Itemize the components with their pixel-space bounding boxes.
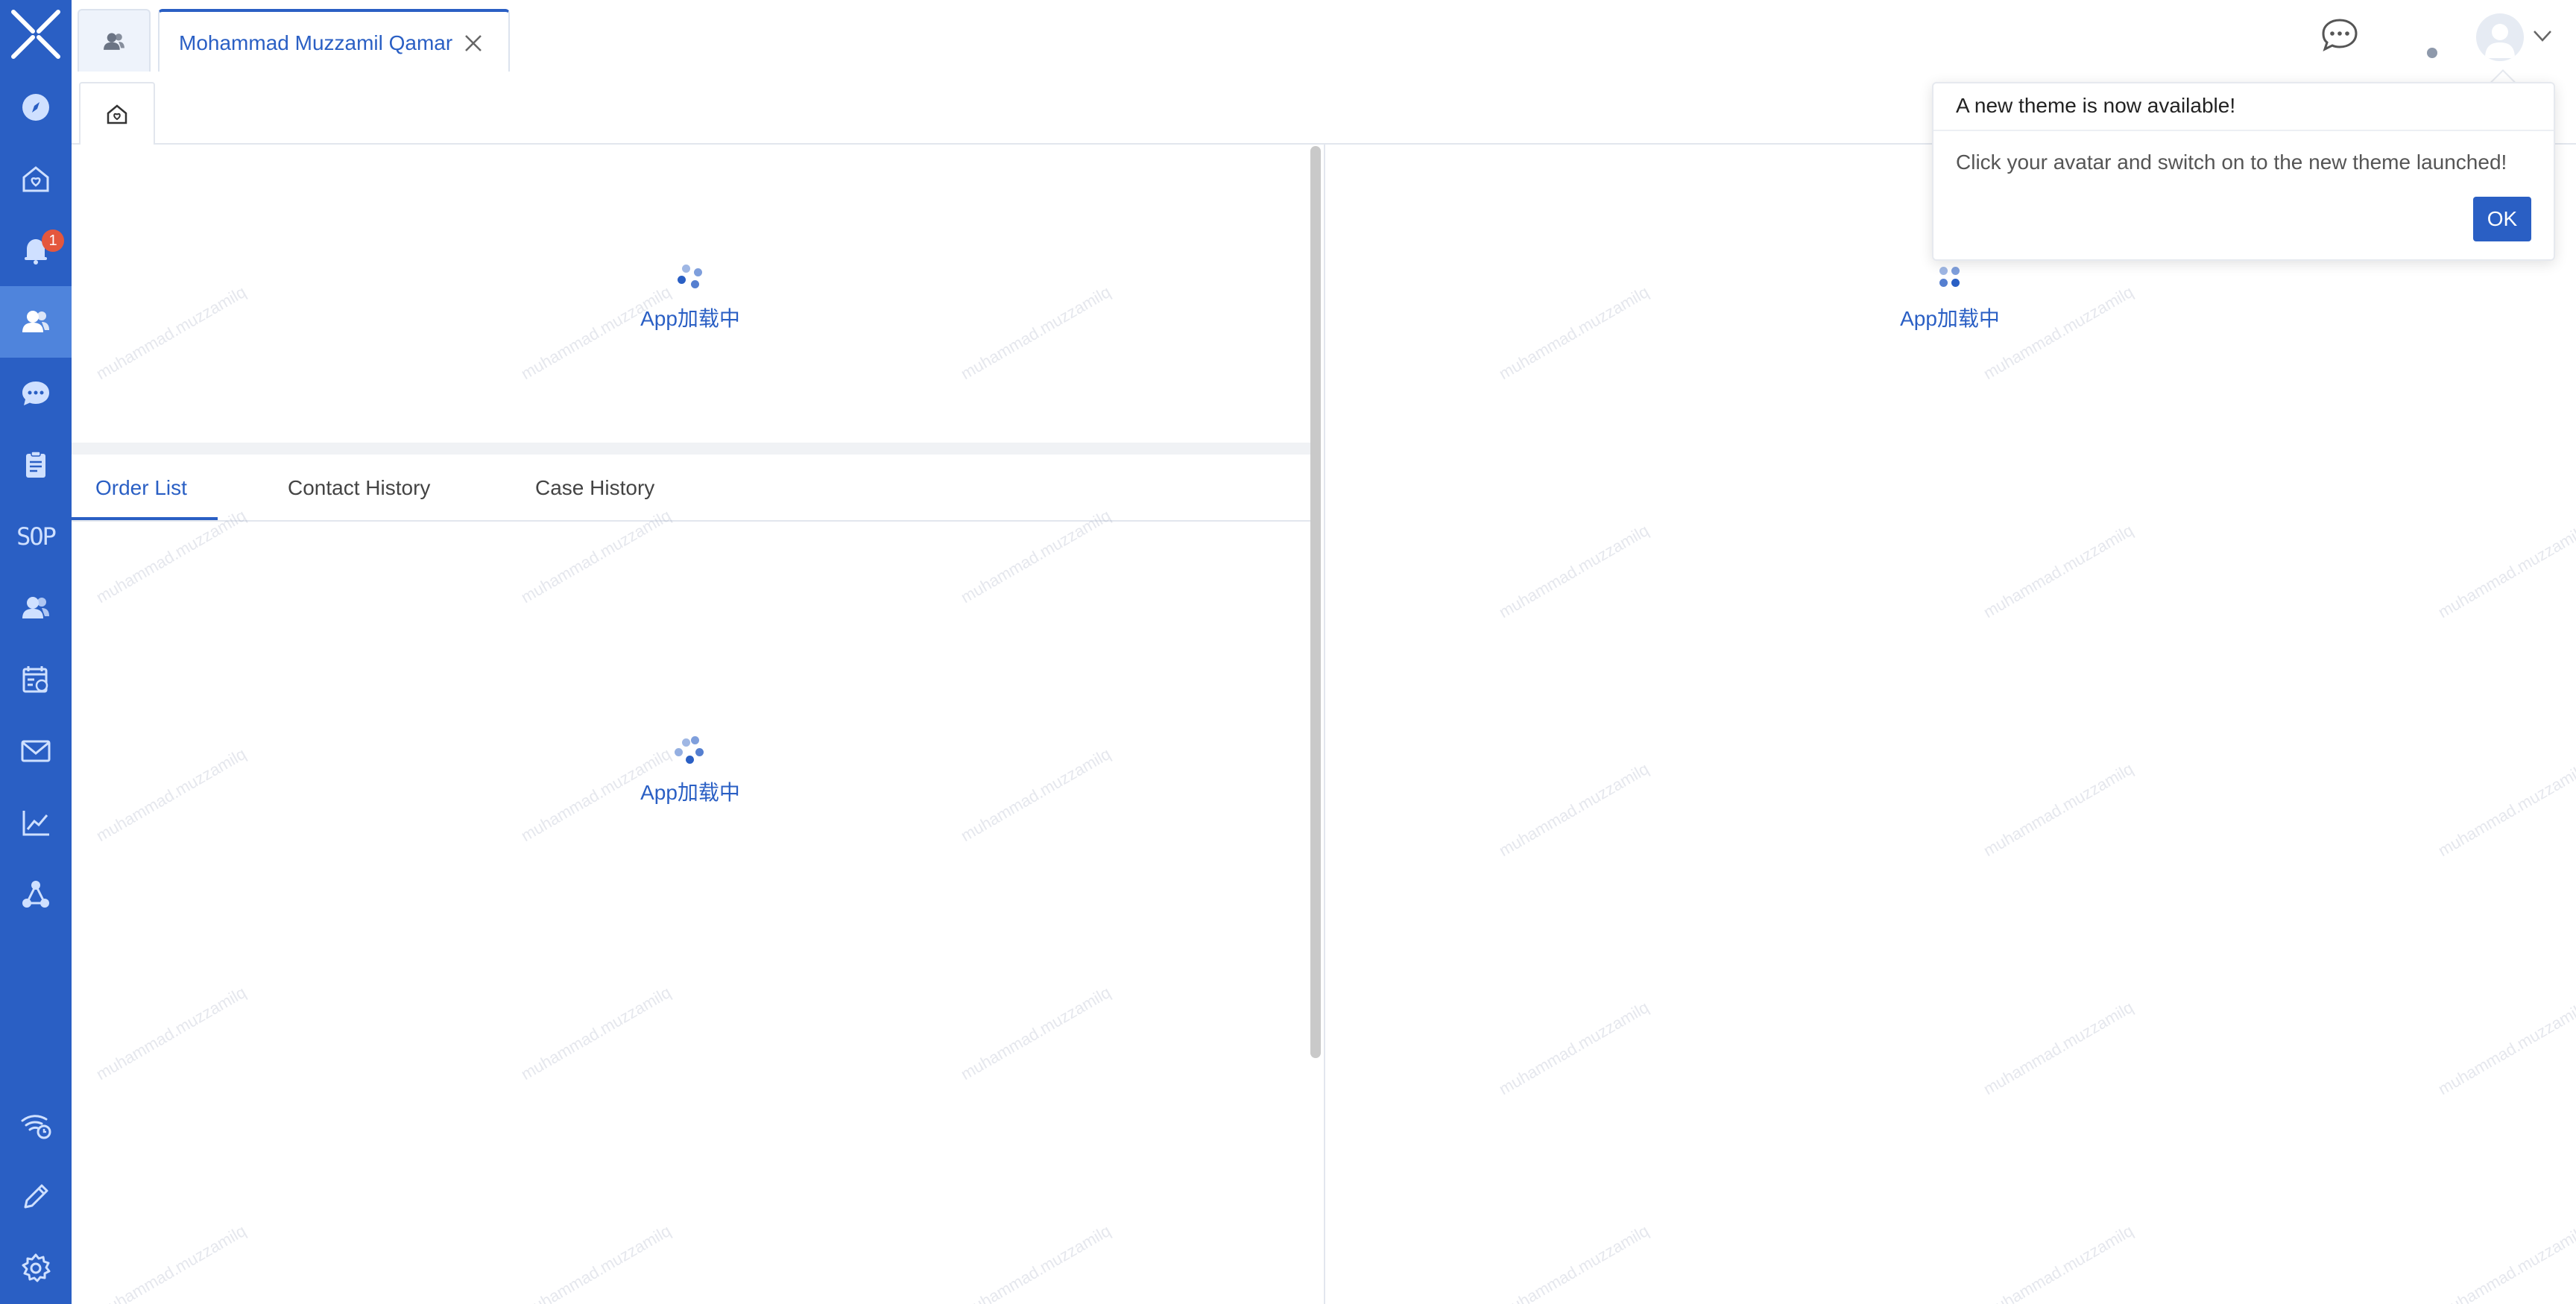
ok-button[interactable]: OK <box>2473 197 2531 241</box>
sidebar-item-explore[interactable] <box>0 72 72 143</box>
tab-customer-profile-label: Mohammad Muzzamil Qamar <box>179 31 453 54</box>
sidebar-item-customers[interactable] <box>0 286 72 358</box>
watermark: muhammad.muzzamilq <box>1980 759 2137 861</box>
watermark: muhammad.muzzamilq <box>1495 1221 1652 1304</box>
watermark: muhammad.muzzamilq <box>92 1221 250 1304</box>
sidebar-item-schedule[interactable] <box>0 644 72 715</box>
home-icon <box>107 104 127 124</box>
watermark: muhammad.muzzamilq <box>1495 997 1652 1099</box>
loading-spinner-icon <box>1935 264 1965 294</box>
loading-indicator-top: App加载中 <box>616 264 765 332</box>
left-panel: App加载中 Order List Contact History Case H… <box>72 145 1310 1304</box>
clipboard-icon <box>26 451 45 478</box>
loading-label: App加载中 <box>640 307 740 330</box>
sidebar-item-notifications[interactable]: 1 <box>0 215 72 286</box>
watermark: muhammad.muzzamilq <box>92 282 250 384</box>
watermark: muhammad.muzzamilq <box>1980 520 2137 622</box>
settings-gear-icon <box>22 1253 51 1282</box>
left-panel-scrollbar[interactable] <box>1310 146 1321 1058</box>
watermark: muhammad.muzzamilq <box>1495 759 1652 861</box>
sidebar-item-status[interactable] <box>0 1089 72 1161</box>
notification-badge: 1 <box>42 230 64 252</box>
sidebar-item-settings[interactable] <box>0 1232 72 1304</box>
tab-customers-icon[interactable] <box>78 9 151 73</box>
chat-bubble-icon <box>22 382 49 405</box>
schedule-icon <box>22 666 48 693</box>
users-icon <box>22 597 49 618</box>
line-chart-icon <box>22 811 49 836</box>
sidebar-item-chat[interactable] <box>0 358 72 429</box>
watermark: muhammad.muzzamilq <box>92 982 250 1084</box>
sidebar-item-home[interactable] <box>0 143 72 215</box>
watermark: muhammad.muzzamilq <box>517 1221 675 1304</box>
app-logo-icon[interactable] <box>10 9 61 60</box>
close-icon[interactable] <box>463 33 484 54</box>
loading-label: App加载中 <box>1900 307 2000 330</box>
watermark: muhammad.muzzamilq <box>2434 520 2576 622</box>
loading-indicator-orders: App加载中 <box>616 736 765 806</box>
popover-message: Click your avatar and switch on to the n… <box>1956 151 2507 174</box>
active-tab-indicator <box>72 517 218 520</box>
top-tab-bar: Mohammad Muzzamil Qamar <box>72 0 2576 75</box>
right-panel: App加载中 muhammad.muzzamilq muhammad.muzza… <box>1324 145 2576 1304</box>
home-heart-icon <box>22 166 49 192</box>
watermark: muhammad.muzzamilq <box>957 282 1114 384</box>
sidebar-item-tasks[interactable] <box>0 429 72 501</box>
tab-contact-history[interactable]: Contact History <box>288 456 430 520</box>
watermark: muhammad.muzzamilq <box>517 982 675 1084</box>
compass-icon <box>22 94 49 121</box>
section-divider <box>72 443 1310 455</box>
loading-spinner-icon <box>675 264 705 294</box>
chat-icon[interactable] <box>2318 15 2361 58</box>
watermark: muhammad.muzzamilq <box>2434 759 2576 861</box>
sidebar-item-mail[interactable] <box>0 715 72 787</box>
watermark: muhammad.muzzamilq <box>1980 1221 2137 1304</box>
popover-divider <box>1933 130 2554 131</box>
sidebar-nav: 1 SOP <box>0 0 72 1304</box>
network-icon <box>22 881 49 908</box>
avatar-placeholder-icon <box>2485 24 2515 58</box>
new-theme-popover: A new theme is now available! Click your… <box>1932 82 2555 261</box>
pencil-icon <box>24 1184 48 1209</box>
tab-customer-profile[interactable]: Mohammad Muzzamil Qamar <box>158 9 510 75</box>
popover-title: A new theme is now available! <box>1956 94 2236 117</box>
customers-icon <box>104 33 124 50</box>
sidebar-item-edit[interactable] <box>0 1161 72 1232</box>
watermark: muhammad.muzzamilq <box>92 744 250 846</box>
loading-indicator-right: App加载中 <box>1875 264 2024 332</box>
loading-spinner-icon <box>675 736 705 767</box>
sidebar-item-sop[interactable]: SOP <box>0 501 72 572</box>
status-dot <box>2427 48 2437 58</box>
customers-icon <box>22 311 49 332</box>
tab-order-list[interactable]: Order List <box>95 456 187 520</box>
watermark: muhammad.muzzamilq <box>957 1221 1114 1304</box>
watermark: muhammad.muzzamilq <box>1495 282 1652 384</box>
watermark: muhammad.muzzamilq <box>1980 997 2137 1099</box>
mail-icon <box>21 740 51 762</box>
history-tabs: Order List Contact History Case History <box>72 456 1310 522</box>
sop-icon: SOP <box>16 522 57 551</box>
watermark: muhammad.muzzamilq <box>957 744 1114 846</box>
wifi-status-icon <box>21 1115 51 1139</box>
tab-case-history[interactable]: Case History <box>535 456 654 520</box>
watermark: muhammad.muzzamilq <box>1495 520 1652 622</box>
watermark: muhammad.muzzamilq <box>2434 997 2576 1099</box>
watermark: muhammad.muzzamilq <box>957 982 1114 1084</box>
sidebar-item-users[interactable] <box>0 572 72 644</box>
tab-home[interactable] <box>79 82 155 146</box>
chevron-down-icon[interactable] <box>2531 27 2554 45</box>
loading-label: App加载中 <box>640 781 740 804</box>
sidebar-item-reports[interactable] <box>0 787 72 858</box>
watermark: muhammad.muzzamilq <box>2434 1221 2576 1304</box>
sidebar-item-network[interactable] <box>0 858 72 930</box>
avatar[interactable] <box>2476 13 2524 61</box>
